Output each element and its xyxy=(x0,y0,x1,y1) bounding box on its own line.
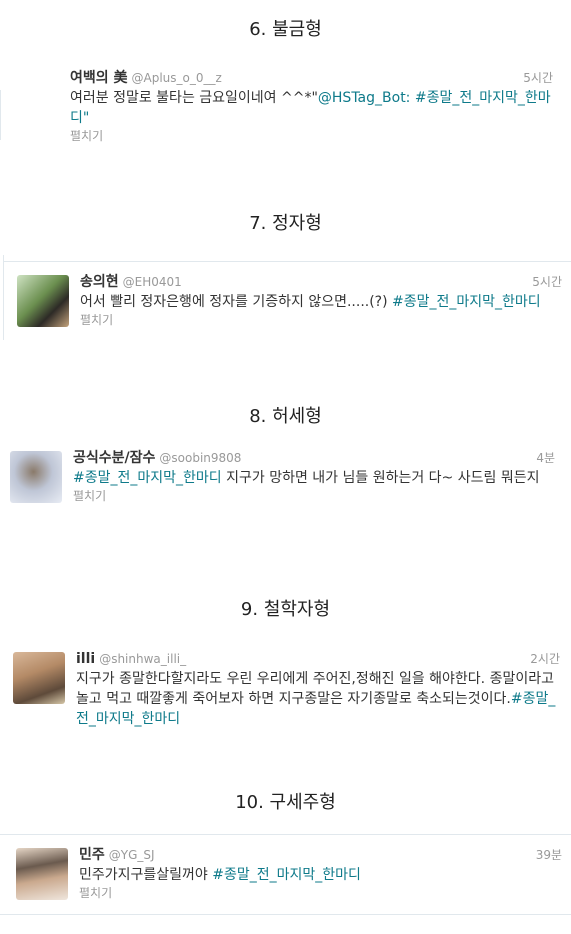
tweet-author-handle[interactable]: @Aplus_o_0__z xyxy=(132,71,222,85)
avatar[interactable] xyxy=(10,451,62,503)
expand-link[interactable]: 펼치기 xyxy=(73,488,555,504)
tweet-author-handle[interactable]: @shinhwa_illi_ xyxy=(99,652,186,666)
section-heading-9: 9. 철학자형 xyxy=(240,599,331,620)
tweet-timestamp[interactable]: 39분 xyxy=(536,845,562,865)
tweet-author-name[interactable]: illi xyxy=(76,651,95,667)
avatar[interactable] xyxy=(17,275,69,327)
divider xyxy=(3,255,4,340)
tweet-author-name[interactable]: 여백의 美 xyxy=(70,70,128,86)
section-heading-7: 7. 정자형 xyxy=(249,213,322,234)
tweet-timestamp[interactable]: 4분 xyxy=(536,448,555,468)
tweet-timestamp[interactable]: 5시간 xyxy=(532,272,562,292)
hashtag-link[interactable]: #종말_전_마지막_한마디 xyxy=(73,470,222,486)
tweet-text: 어서 빨리 정자은행에 정자를 기증하지 않으면.....(?) #종말_전_마… xyxy=(80,294,541,310)
section-heading-8: 8. 허세형 xyxy=(249,406,322,427)
tweet-7[interactable]: 송의현 @EH0401 5시간 어서 빨리 정자은행에 정자를 기증하지 않으면.… xyxy=(80,272,562,342)
expand-link[interactable]: 펼치기 xyxy=(79,885,562,901)
tweet-author-name[interactable]: 공식수분/잠수 xyxy=(73,450,155,466)
tweet-author-name[interactable]: 송의현 xyxy=(80,274,119,290)
tweet-author-name[interactable]: 민주 xyxy=(79,847,105,863)
tweet-author-handle[interactable]: @EH0401 xyxy=(123,275,182,289)
expand-link[interactable]: 펼치기 xyxy=(80,312,562,328)
expand-link[interactable]: 펼치기 xyxy=(70,128,553,144)
tweet-text: #종말_전_마지막_한마디 지구가 망하면 내가 님들 원하는거 다~ 사드림 … xyxy=(73,470,540,486)
hashtag-link[interactable]: #종말_전_마지막_한마디 xyxy=(392,294,541,310)
section-heading-6: 6. 불금형 xyxy=(249,19,322,40)
divider xyxy=(0,90,1,140)
avatar[interactable] xyxy=(13,652,65,704)
tweet-text: 민주가지구를살릴꺼야 #종말_전_마지막_한마디 xyxy=(79,867,361,883)
tweet-10[interactable]: 민주 @YG_SJ 39분 민주가지구를살릴꺼야 #종말_전_마지막_한마디 펼치… xyxy=(79,845,562,901)
tweet-author-handle[interactable]: @soobin9808 xyxy=(159,451,241,465)
tweet-timestamp[interactable]: 5시간 xyxy=(523,68,553,88)
divider xyxy=(0,914,571,915)
tweet-text: 지구가 종말한다할지라도 우린 우리에게 주어진,정해진 일을 해야한다. 종말… xyxy=(76,671,556,727)
tweet-timestamp[interactable]: 2시간 xyxy=(530,649,560,669)
avatar[interactable] xyxy=(16,848,68,900)
divider xyxy=(0,834,571,835)
tweet-author-handle[interactable]: @YG_SJ xyxy=(109,848,155,862)
hashtag-link[interactable]: #종말_전_마지막_한마디 xyxy=(212,867,361,883)
tweet-text: 여러분 정말로 불타는 금요일이네여 ^^*"@HSTag_Bot: #종말_전… xyxy=(70,90,551,126)
tweet-6[interactable]: 여백의 美 @Aplus_o_0__z 5시간 여러분 정말로 불타는 금요일이네… xyxy=(70,68,553,144)
section-heading-10: 10. 구세주형 xyxy=(235,792,336,813)
tweet-9[interactable]: illi @shinhwa_illi_ 2시간 지구가 종말한다할지라도 우린 우… xyxy=(76,649,560,729)
divider xyxy=(3,261,571,262)
tweet-8[interactable]: 공식수분/잠수 @soobin9808 4분 #종말_전_마지막_한마디 지구가 … xyxy=(73,448,555,504)
